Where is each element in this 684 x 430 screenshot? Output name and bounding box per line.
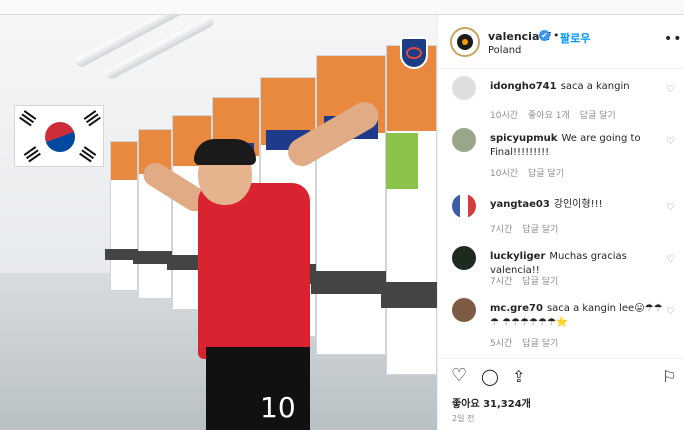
commenter-avatar[interactable]	[452, 76, 476, 100]
author-avatar[interactable]	[450, 27, 480, 57]
trigram	[83, 110, 97, 120]
comment-time[interactable]: 10시간	[490, 111, 518, 121]
locker	[311, 55, 391, 355]
comment-like-icon[interactable]: ♡	[666, 136, 675, 147]
trigram	[23, 146, 37, 156]
comment-time[interactable]: 7시간	[490, 225, 512, 235]
more-options-icon[interactable]: •••	[664, 31, 684, 47]
bat-logo-icon	[457, 34, 473, 50]
comment-meta: 5시간 답글 달기	[490, 336, 568, 349]
comment-text-line: mc.gre70 saca a kangin lee😛☂☂☂ ☂☂☂☂☂☂⭐	[490, 302, 670, 330]
kfa-crest-icon	[400, 37, 428, 69]
post-photo[interactable]: 10	[0, 15, 437, 430]
comment-username[interactable]: spicyupmuk	[490, 133, 557, 144]
comment-text-line: spicyupmuk We are going to Final!!!!!!!!!	[490, 132, 670, 160]
post-time-ago[interactable]: 2일 전	[452, 413, 474, 424]
comment-text-line: idongho741 saca a kangin	[490, 80, 670, 94]
trigram	[83, 146, 97, 156]
comment-username[interactable]: mc.gre70	[490, 303, 543, 314]
comment-time[interactable]: 5시간	[490, 339, 512, 349]
follow-button[interactable]: 팔로우	[560, 30, 590, 46]
post-location[interactable]: Poland	[488, 45, 521, 56]
post-header: valenciacf ✔ • 팔로우 Poland •••	[438, 15, 684, 69]
comment-body: saca a kangin	[560, 81, 630, 92]
reply-button[interactable]: 답글 달기	[580, 111, 616, 121]
locker	[381, 45, 437, 375]
player-hair	[194, 139, 256, 165]
like-icon[interactable]: ♡	[451, 365, 467, 386]
comment-username[interactable]: idongho741	[490, 81, 557, 92]
save-bookmark-icon[interactable]: ⚐	[662, 367, 676, 386]
comment-meta: 10시간 좋아요 1개 답글 달기	[490, 108, 626, 121]
comment-icon[interactable]: ◯	[481, 367, 499, 386]
comment-time[interactable]: 7시간	[490, 277, 512, 287]
post-actions: ♡ ◯ ⇪ ⚐ 좋아요 31,324개 2일 전	[438, 358, 684, 430]
page-top-bar	[0, 0, 684, 14]
trigram	[23, 110, 37, 120]
comment-like-icon[interactable]: ♡	[666, 254, 675, 265]
reply-button[interactable]: 답글 달기	[522, 277, 558, 287]
comment-like-icon[interactable]: ♡	[666, 84, 675, 95]
locker	[105, 141, 143, 291]
commenter-avatar[interactable]	[452, 128, 476, 152]
locker	[133, 129, 177, 299]
share-icon[interactable]: ⇪	[512, 367, 525, 386]
reply-button[interactable]: 답글 달기	[528, 169, 564, 179]
comment-like-icon[interactable]: ♡	[666, 202, 675, 213]
instagram-post: 10 valenciacf ✔ • 팔로우 Poland ••• idongho…	[0, 14, 684, 430]
likes-count[interactable]: 좋아요 31,324개	[452, 395, 531, 410]
shorts-number: 10	[260, 391, 296, 424]
comment-meta: 10시간 답글 달기	[490, 166, 574, 179]
comment-list[interactable]: idongho741 saca a kangin ♡ 10시간 좋아요 1개 답글 달…	[438, 70, 684, 358]
commenter-avatar[interactable]	[452, 194, 476, 218]
wifi-sign	[386, 133, 418, 189]
comment-username[interactable]: luckyliger	[490, 251, 545, 262]
comment-username[interactable]: yangtae03	[490, 199, 550, 210]
reply-button[interactable]: 답글 달기	[522, 225, 558, 235]
commenter-avatar[interactable]	[452, 246, 476, 270]
commenter-avatar[interactable]	[452, 298, 476, 322]
post-sidebar: valenciacf ✔ • 팔로우 Poland ••• idongho741…	[437, 15, 684, 430]
separator-dot: •	[553, 29, 560, 42]
verified-badge-icon: ✔	[539, 30, 550, 41]
comment-meta: 7시간 답글 달기	[490, 222, 568, 235]
reply-button[interactable]: 답글 달기	[522, 339, 558, 349]
player-jersey	[198, 183, 310, 359]
comment-body: 강인이형!!!	[553, 199, 603, 210]
korean-flag	[14, 105, 104, 167]
comment-like-icon[interactable]: ♡	[666, 306, 675, 317]
comment-likes[interactable]: 좋아요 1개	[528, 111, 570, 121]
comment-meta: 7시간 답글 달기	[490, 274, 568, 287]
taeguk-symbol	[45, 122, 75, 152]
comment-time[interactable]: 10시간	[490, 169, 518, 179]
comment-text-line: yangtae03 강인이형!!!	[490, 198, 670, 212]
